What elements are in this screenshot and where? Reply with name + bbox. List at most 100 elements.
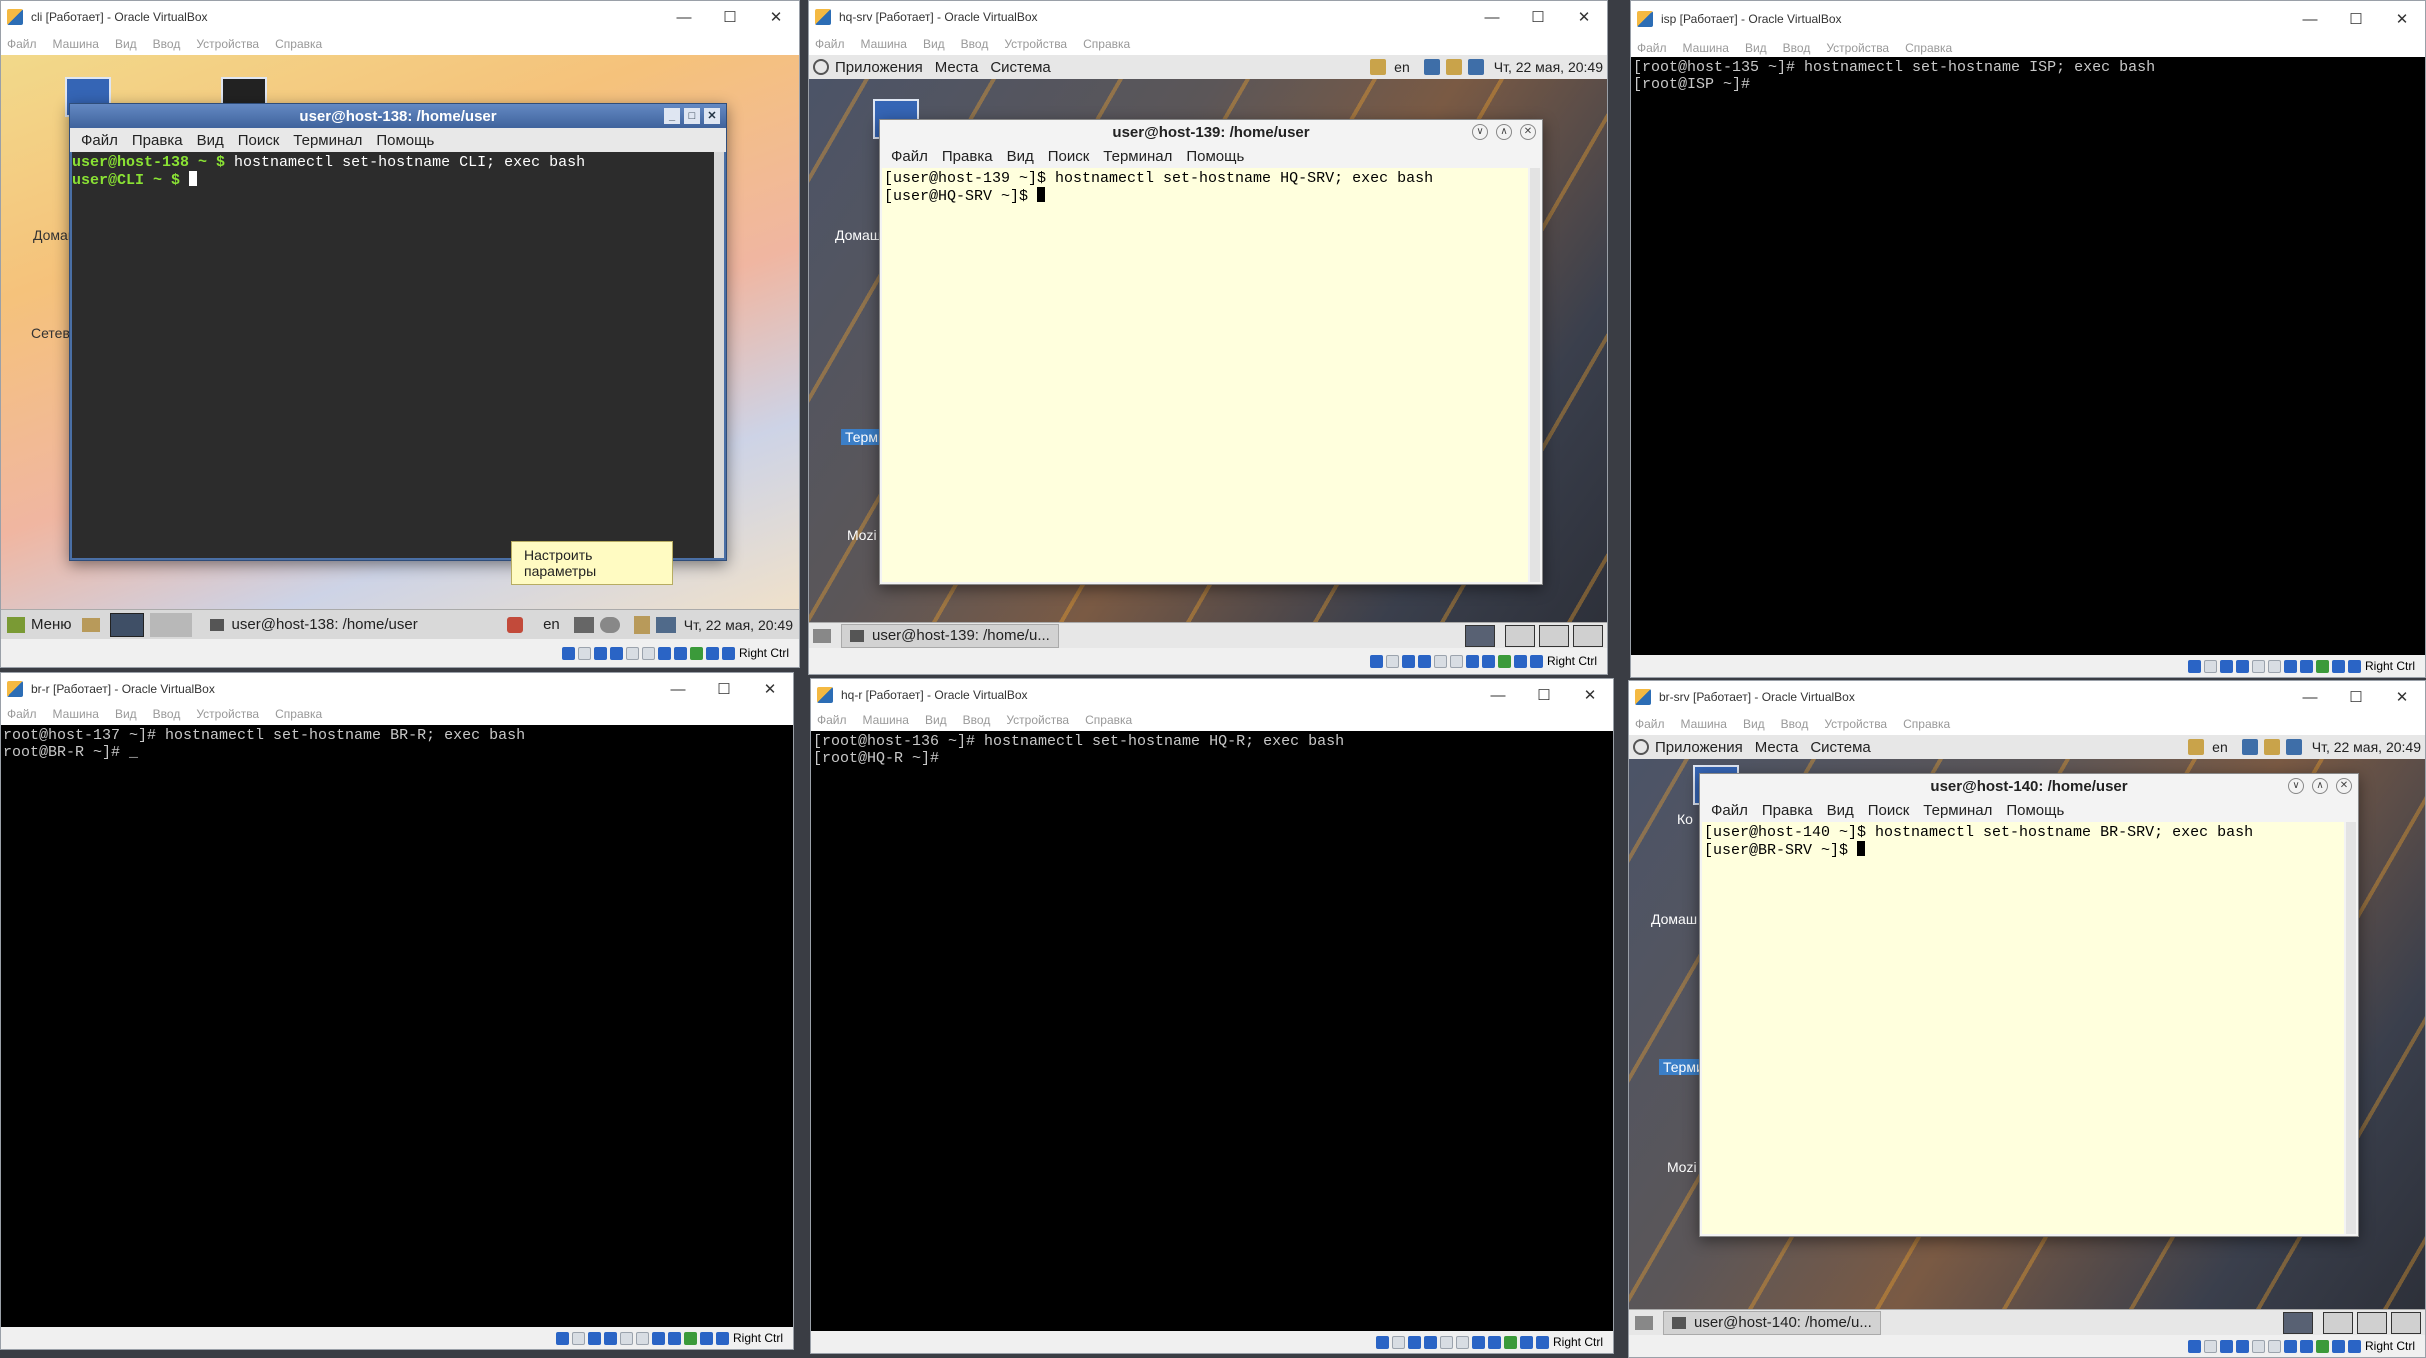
recording-icon[interactable] [667, 1331, 681, 1345]
menu-input[interactable]: Ввод [1781, 717, 1809, 731]
maximize-button[interactable]: ☐ [1521, 679, 1567, 711]
menu-applications[interactable]: Приложения [835, 59, 923, 76]
cpu-icon[interactable] [1497, 654, 1511, 668]
cpu-icon[interactable] [683, 1331, 697, 1345]
optical-icon[interactable] [2203, 1339, 2217, 1353]
menu-view[interactable]: Вид [1743, 717, 1765, 731]
menu-help[interactable]: Справка [275, 37, 322, 51]
workspace-3[interactable] [1539, 624, 1569, 647]
optical-icon[interactable] [1391, 1335, 1405, 1349]
display-status-icon[interactable] [1465, 654, 1479, 668]
menu-help[interactable]: Справка [1085, 713, 1132, 727]
guest-console[interactable]: root@host-137 ~]# hostnamectl set-hostna… [1, 725, 793, 1327]
terminal-menu-help[interactable]: Помощь [1186, 148, 1244, 165]
shared-folder-icon[interactable] [2267, 659, 2281, 673]
workspace-2[interactable] [2323, 1311, 2353, 1334]
menu-system[interactable]: Система [990, 59, 1050, 76]
lang-indicator[interactable]: en [1394, 59, 1410, 75]
clipboard-icon[interactable] [633, 615, 650, 634]
menu-input[interactable]: Ввод [153, 37, 181, 51]
menu-devices[interactable]: Устройства [196, 707, 259, 721]
menu-devices[interactable]: Устройства [1826, 41, 1889, 55]
vbox-titlebar[interactable]: br-r [Работает] - Oracle VirtualBox — ☐ … [1, 673, 793, 705]
keyboard-icon[interactable] [2347, 1339, 2361, 1353]
menu-view[interactable]: Вид [923, 37, 945, 51]
vbox-window-isp[interactable]: isp [Работает] - Oracle VirtualBox — ☐ ✕… [1630, 0, 2426, 678]
folder-icon[interactable] [81, 617, 100, 632]
minimize-button[interactable]: — [2287, 681, 2333, 713]
mouse-integration-icon[interactable] [2331, 659, 2345, 673]
minimize-icon[interactable]: ∨ [2288, 778, 2304, 794]
maximize-button[interactable]: ☐ [701, 673, 747, 705]
shared-folder-icon[interactable] [1455, 1335, 1469, 1349]
vbox-titlebar[interactable]: isp [Работает] - Oracle VirtualBox — ☐ ✕ [1631, 3, 2425, 35]
menu-devices[interactable]: Устройства [1824, 717, 1887, 731]
menu-help[interactable]: Справка [1905, 41, 1952, 55]
menu-help[interactable]: Справка [1903, 717, 1950, 731]
guest-console[interactable]: [root@host-136 ~]# hostnamectl set-hostn… [811, 731, 1613, 1331]
hdd-icon[interactable] [555, 1331, 569, 1345]
lang-indicator[interactable]: en [2212, 739, 2228, 755]
display-status-icon[interactable] [2283, 1339, 2297, 1353]
terminal-launcher-icon[interactable] [109, 612, 144, 637]
volume-icon[interactable] [599, 616, 620, 633]
terminal-menu-view[interactable]: Вид [1827, 802, 1854, 819]
shield-icon[interactable] [507, 616, 524, 633]
close-button[interactable]: ✕ [2379, 681, 2425, 713]
recording-icon[interactable] [1487, 1335, 1501, 1349]
shared-folder-icon[interactable] [2267, 1339, 2281, 1353]
terminal-menu-terminal[interactable]: Терминал [293, 132, 362, 149]
terminal-window[interactable]: user@host-138: /home/user _ □ ✕ Файл Пра… [69, 103, 727, 561]
usb-icon[interactable] [1433, 654, 1447, 668]
vbox-titlebar[interactable]: hq-srv [Работает] - Oracle VirtualBox — … [809, 1, 1607, 33]
minimize-button[interactable]: — [1469, 1, 1515, 33]
network-icon[interactable] [1467, 59, 1484, 75]
terminal-menu-terminal[interactable]: Терминал [1103, 148, 1172, 165]
network-status-icon[interactable] [2235, 1339, 2249, 1353]
workspace-4[interactable] [2391, 1311, 2421, 1334]
terminal-window[interactable]: user@host-140: /home/user ∨ ∧ ✕ Файл Правк… [1699, 773, 2359, 1237]
menu-view[interactable]: Вид [115, 37, 137, 51]
guest-screen[interactable]: Приложения Места Система en Чт, 22 мая, … [1629, 735, 2425, 1335]
minimize-icon[interactable]: ∨ [1472, 124, 1488, 140]
menu-input[interactable]: Ввод [1783, 41, 1811, 55]
terminal-output[interactable]: user@host-138 ~ $ hostnamectl set-hostna… [72, 152, 714, 558]
terminal-menu-edit[interactable]: Правка [1762, 802, 1813, 819]
maximize-icon[interactable]: □ [684, 108, 700, 124]
minimize-button[interactable]: — [2287, 3, 2333, 35]
workspace-4[interactable] [1573, 624, 1603, 647]
menu-file[interactable]: Файл [815, 37, 845, 51]
guest-console[interactable]: [root@host-135 ~]# hostnamectl set-hostn… [1631, 57, 2425, 655]
menu-input[interactable]: Ввод [961, 37, 989, 51]
menu-file[interactable]: Файл [1635, 717, 1665, 731]
shared-folder-icon[interactable] [635, 1331, 649, 1345]
menu-file[interactable]: Файл [817, 713, 847, 727]
show-desktop-icon[interactable] [813, 628, 831, 643]
menu-input[interactable]: Ввод [153, 707, 181, 721]
maximize-button[interactable]: ☐ [707, 1, 753, 33]
terminal-output[interactable]: [user@host-140 ~]$ hostnamectl set-hostn… [1702, 822, 2344, 1234]
updates-icon[interactable] [2188, 739, 2205, 755]
network-status-icon[interactable] [1423, 1335, 1437, 1349]
volume-icon[interactable] [1423, 59, 1440, 75]
optical-icon[interactable] [571, 1331, 585, 1345]
terminal-output[interactable]: [user@host-139 ~]$ hostnamectl set-hostn… [882, 168, 1528, 582]
terminal-menu-search[interactable]: Поиск [1868, 802, 1910, 819]
mouse-integration-icon[interactable] [2331, 1339, 2345, 1353]
menu-machine[interactable]: Машина [1683, 41, 1729, 55]
vbox-window-hq-r[interactable]: hq-r [Работает] - Oracle VirtualBox — ☐ … [810, 678, 1614, 1354]
menu-file[interactable]: Файл [7, 37, 37, 51]
keyboard-icon[interactable] [2347, 659, 2361, 673]
clock[interactable]: Чт, 22 мая, 20:49 [684, 617, 793, 633]
audio-icon[interactable] [587, 1331, 601, 1345]
minimize-button[interactable]: — [1475, 679, 1521, 711]
menu-view[interactable]: Вид [925, 713, 947, 727]
keyboard-icon[interactable] [1535, 1335, 1549, 1349]
network-status-icon[interactable] [609, 646, 623, 660]
close-button[interactable]: ✕ [1561, 1, 1607, 33]
usb-icon[interactable] [2251, 1339, 2265, 1353]
menu-input[interactable]: Ввод [963, 713, 991, 727]
workspace-2[interactable] [1505, 624, 1535, 647]
shared-folder-icon[interactable] [1449, 654, 1463, 668]
close-button[interactable]: ✕ [753, 1, 799, 33]
